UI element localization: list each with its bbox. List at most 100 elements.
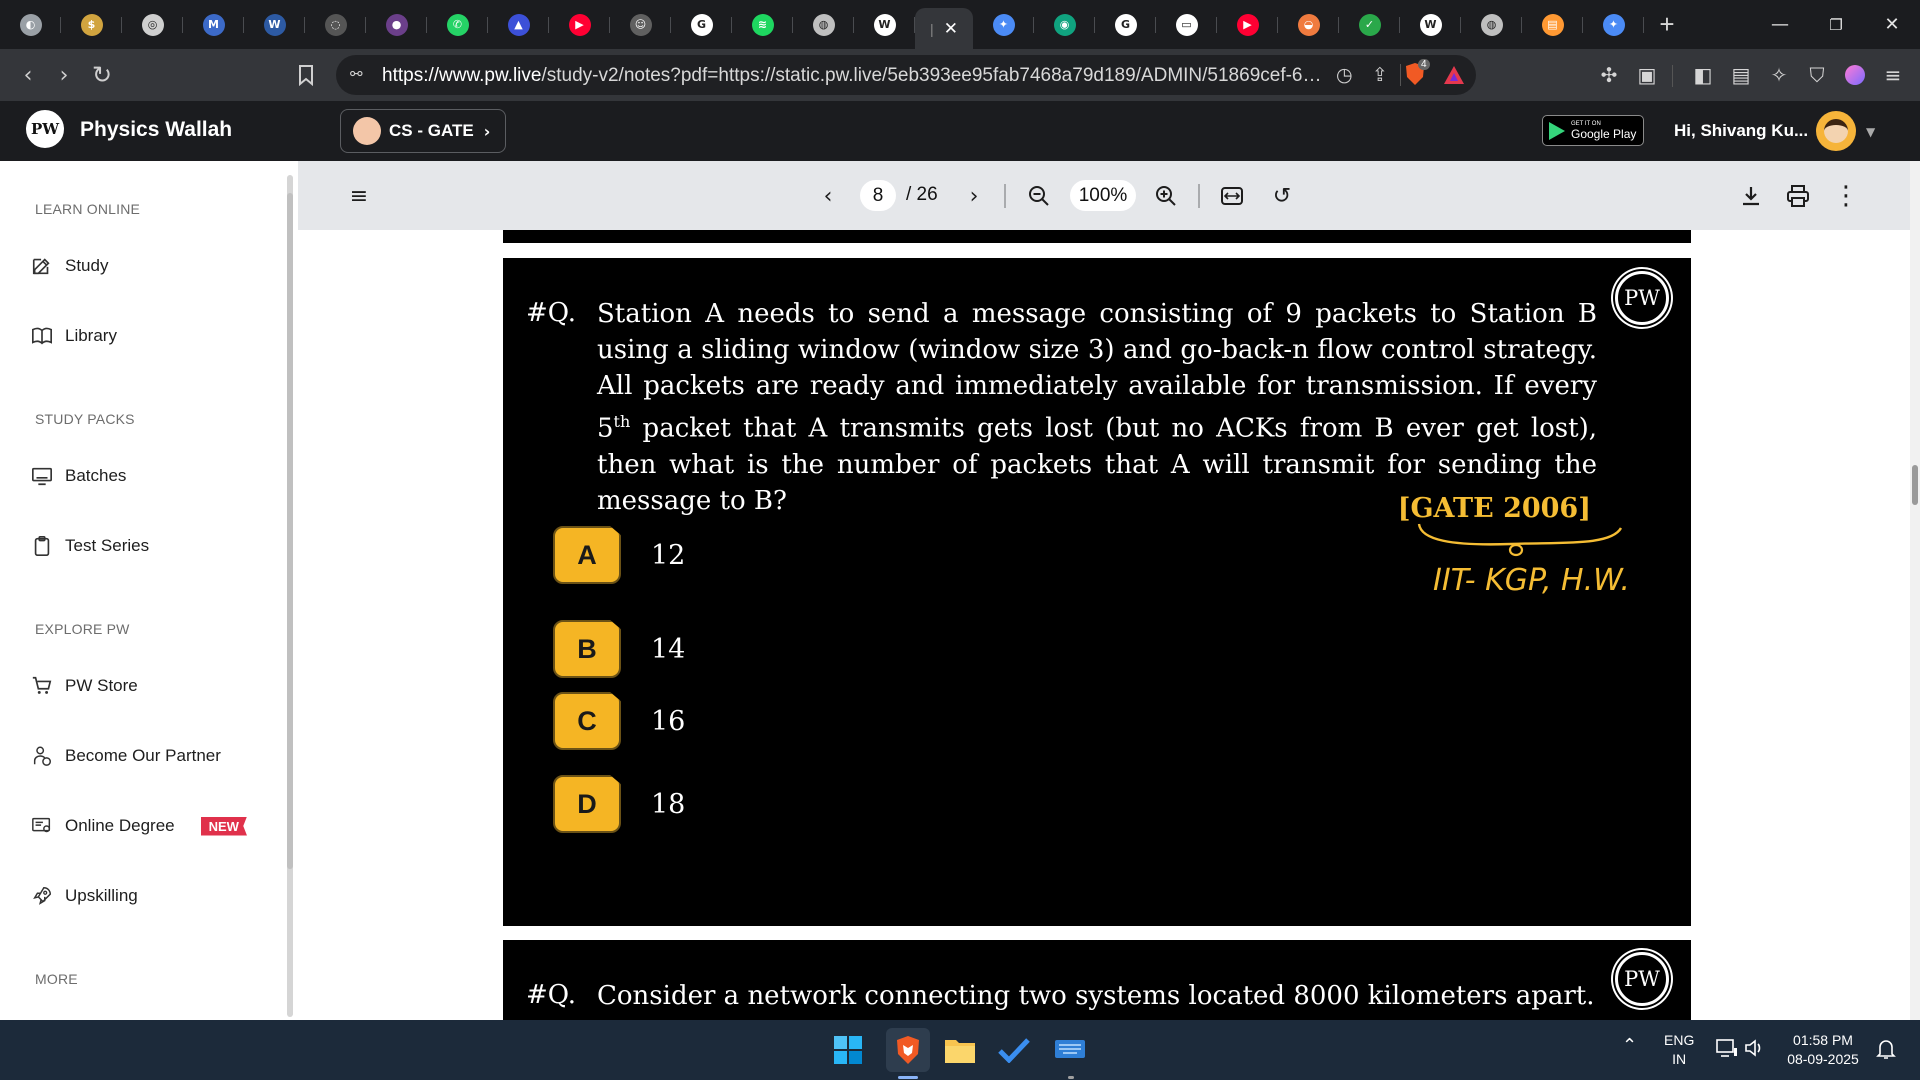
brave-taskbar-icon[interactable] (886, 1028, 930, 1072)
close-window-button[interactable]: ✕ (1864, 0, 1920, 49)
browser-tab[interactable]: ◒ (1278, 0, 1339, 49)
option-value: 14 (651, 633, 686, 665)
clock[interactable]: 01:58 PM 08-09-2025 (1782, 1031, 1864, 1069)
brand-name[interactable]: Physics Wallah (80, 118, 232, 142)
pw-logo[interactable]: PW (26, 110, 64, 148)
zoom-level[interactable]: 100% (1070, 180, 1136, 211)
sidebar-scroll-thumb[interactable] (287, 193, 293, 869)
zoom-in-icon[interactable] (1150, 180, 1182, 212)
profile-icon[interactable] (1842, 62, 1868, 88)
vpn-icon[interactable]: ⛉ (1804, 62, 1830, 88)
sidebar-item-library[interactable]: Library (30, 321, 117, 351)
browser-tab[interactable]: ☺ (610, 0, 671, 49)
sidebar-item-online-degree[interactable]: Online Degree NEW (30, 811, 247, 841)
keyboard-icon[interactable] (1052, 1032, 1088, 1068)
pdf-page-area[interactable]: PW #Q. Station A needs to send a message… (298, 230, 1910, 1020)
sidebar-item-label: Upskilling (65, 886, 138, 905)
browser-tab[interactable]: ● (366, 0, 427, 49)
language-indicator[interactable]: ENG IN (1664, 1031, 1694, 1069)
sidebar-item-test-series[interactable]: Test Series (30, 531, 149, 561)
browser-tab[interactable]: $ (61, 0, 122, 49)
zoom-out-icon[interactable] (1023, 180, 1055, 212)
browser-tab[interactable]: ◍ (793, 0, 854, 49)
avatar[interactable] (1816, 111, 1856, 151)
print-icon[interactable] (1782, 180, 1814, 212)
browser-tab[interactable]: G (671, 0, 732, 49)
browser-tab[interactable]: ◉ (1034, 0, 1095, 49)
extensions-icon[interactable]: ✣ (1596, 62, 1622, 88)
sidebar-item-study[interactable]: Study (30, 251, 108, 281)
volume-icon[interactable] (1744, 1038, 1766, 1063)
menu-icon[interactable]: ≡ (1880, 62, 1906, 88)
restore-button[interactable]: ❐ (1808, 0, 1864, 49)
more-options-icon[interactable]: ⋮ (1830, 180, 1862, 212)
address-bar[interactable]: ⚯ https://www.pw.live/study-v2/notes?pdf… (336, 55, 1476, 95)
leo-ai-icon[interactable]: ✧ (1766, 62, 1792, 88)
google-play-button[interactable]: GET IT ON Google Play (1542, 115, 1644, 146)
browser-tab[interactable]: ✦ (973, 0, 1034, 49)
brave-shield-icon[interactable]: 4 (1402, 59, 1430, 89)
browser-tab[interactable]: W (1400, 0, 1461, 49)
sidebar-toggle-icon[interactable]: ◧ (1690, 62, 1716, 88)
browser-tab[interactable]: W (244, 0, 305, 49)
reader-mode-icon[interactable]: ▣ (1634, 62, 1660, 88)
active-tab[interactable]: | ✕ (915, 8, 973, 49)
sidebar-scrollbar[interactable] (287, 175, 293, 1017)
browser-tab[interactable]: ◍ (1461, 0, 1522, 49)
sidebar-item-become-partner[interactable]: Become Our Partner (30, 741, 221, 771)
partner-icon (30, 744, 54, 768)
browser-tab[interactable]: M (183, 0, 244, 49)
sidebar-item-upskilling[interactable]: Upskilling (30, 881, 138, 911)
file-explorer-icon[interactable] (942, 1032, 978, 1068)
pdf-scroll-thumb[interactable] (1912, 465, 1918, 505)
url-text[interactable]: https://www.pw.live/study-v2/notes?pdf=h… (382, 65, 1322, 87)
new-tab-button[interactable]: + (1644, 0, 1690, 49)
browser-tab[interactable]: ▤ (1522, 0, 1583, 49)
network-icon[interactable] (1716, 1038, 1738, 1063)
browser-tab[interactable]: ◎ (122, 0, 183, 49)
browser-tab[interactable]: ◐ (0, 0, 61, 49)
next-page-icon[interactable]: › (958, 180, 990, 212)
download-icon[interactable] (1735, 180, 1767, 212)
close-tab-icon[interactable]: ✕ (944, 19, 958, 39)
sidebar-item-pw-store[interactable]: PW Store (30, 671, 138, 701)
history-icon[interactable]: ◷ (1336, 64, 1353, 86)
share-icon[interactable]: ⇪ (1372, 64, 1388, 86)
site-settings-icon[interactable]: ⚯ (350, 65, 370, 85)
browser-tab[interactable]: ▶ (549, 0, 610, 49)
browser-tab[interactable]: ≋ (732, 0, 793, 49)
chevron-down-icon[interactable]: ▼ (1866, 125, 1875, 139)
start-icon[interactable] (830, 1032, 866, 1068)
page-number-input[interactable]: 8 (860, 180, 896, 211)
bookmark-icon[interactable] (288, 57, 324, 93)
browser-tab[interactable]: ▲ (488, 0, 549, 49)
sidebar-item-batches[interactable]: Batches (30, 461, 126, 491)
user-greeting[interactable]: Hi, Shivang Ku... (1674, 121, 1808, 141)
browser-tab[interactable]: ✓ (1339, 0, 1400, 49)
browser-tab[interactable]: ◌ (305, 0, 366, 49)
browser-tab[interactable]: W (854, 0, 915, 49)
minimize-button[interactable]: — (1752, 0, 1808, 49)
fit-width-icon[interactable] (1216, 180, 1248, 212)
course-selector-button[interactable]: CS - GATE › (340, 109, 506, 153)
pdf-scrollbar[interactable] (1910, 161, 1920, 1020)
previous-page-icon[interactable]: ‹ (812, 180, 844, 212)
tab-favicon-n: ◒ (1297, 13, 1320, 36)
todo-icon[interactable] (996, 1032, 1032, 1068)
browser-tab[interactable]: ✆ (427, 0, 488, 49)
chevron-up-icon[interactable]: ⌃ (1622, 1036, 1637, 1055)
reload-icon[interactable]: ↻ (84, 57, 120, 93)
notification-bell-icon[interactable] (1876, 1038, 1896, 1065)
back-icon[interactable]: ‹ (10, 57, 46, 93)
rotate-icon[interactable]: ↺ (1266, 180, 1298, 212)
browser-tab[interactable]: G (1095, 0, 1156, 49)
wallet-icon[interactable]: ▤ (1728, 62, 1754, 88)
course-icon (353, 117, 381, 145)
forward-icon[interactable]: › (46, 57, 82, 93)
browser-tab[interactable]: ▭ (1156, 0, 1217, 49)
option-letter: A (553, 526, 621, 584)
hamburger-menu-icon[interactable]: ≡ (343, 180, 375, 212)
brave-rewards-icon[interactable] (1442, 63, 1466, 92)
browser-tab[interactable]: ✦ (1583, 0, 1644, 49)
browser-tab[interactable]: ▶ (1217, 0, 1278, 49)
